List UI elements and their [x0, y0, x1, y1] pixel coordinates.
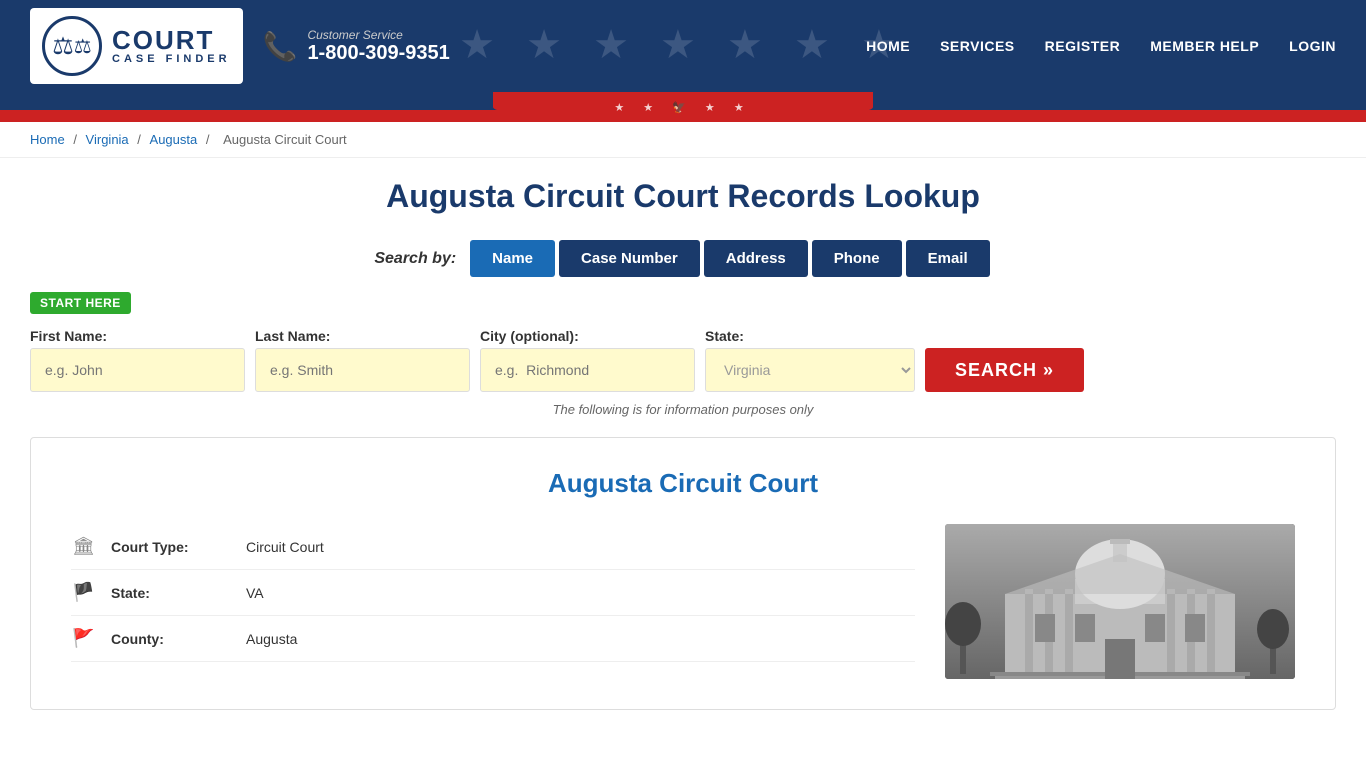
ribbon-arch: ★ ★ 🦅 ★ ★: [493, 92, 873, 122]
court-detail-type: 🏛 Court Type: Circuit Court: [71, 524, 915, 570]
courthouse-illustration: [945, 524, 1295, 679]
court-detail-state: 🏴 State: VA: [71, 570, 915, 616]
search-by-label: Search by:: [374, 250, 456, 268]
phone-number: 1-800-309-9351: [307, 42, 449, 65]
state-icon: 🏴: [71, 582, 96, 603]
search-button[interactable]: SEARCH »: [925, 348, 1084, 392]
customer-service-label: Customer Service: [307, 28, 449, 42]
city-input[interactable]: [480, 348, 695, 392]
search-by-row: Search by: Name Case Number Address Phon…: [30, 240, 1336, 277]
tab-address[interactable]: Address: [704, 240, 808, 277]
court-info-details: 🏛 Court Type: Circuit Court 🏴 State: VA …: [71, 524, 915, 662]
logo-emblem: ⚖: [42, 16, 102, 76]
breadcrumb-home[interactable]: Home: [30, 132, 65, 147]
bg-stars: ★ ★ ★ ★ ★ ★ ★: [459, 22, 907, 68]
tab-case-number[interactable]: Case Number: [559, 240, 700, 277]
nav-register[interactable]: REGISTER: [1045, 38, 1121, 54]
nav-services[interactable]: SERVICES: [940, 38, 1015, 54]
breadcrumb-sep3: /: [206, 132, 213, 147]
state-value: VA: [246, 585, 264, 601]
last-name-input[interactable]: [255, 348, 470, 392]
start-here-container: START HERE: [30, 292, 1336, 322]
start-here-badge: START HERE: [30, 292, 131, 314]
nav-login[interactable]: LOGIN: [1289, 38, 1336, 54]
logo-text-block: COURT CASE FINDER: [112, 27, 231, 65]
breadcrumb-augusta[interactable]: Augusta: [150, 132, 198, 147]
phone-info: Customer Service 1-800-309-9351: [307, 28, 449, 65]
ribbon-stars: ★ ★ 🦅 ★ ★: [614, 101, 751, 114]
breadcrumb-current: Augusta Circuit Court: [223, 132, 347, 147]
court-detail-county: 🚩 County: Augusta: [71, 616, 915, 662]
first-name-label: First Name:: [30, 328, 245, 344]
info-note: The following is for information purpose…: [30, 402, 1336, 417]
first-name-input[interactable]: [30, 348, 245, 392]
phone-block: 📞 Customer Service 1-800-309-9351: [263, 28, 450, 65]
state-select[interactable]: Virginia Alabama Alaska Arizona Californ…: [705, 348, 915, 392]
court-type-label: Court Type:: [111, 539, 231, 555]
search-form-row: First Name: Last Name: City (optional): …: [30, 328, 1336, 392]
first-name-group: First Name:: [30, 328, 245, 392]
court-info-body: 🏛 Court Type: Circuit Court 🏴 State: VA …: [71, 524, 1295, 679]
breadcrumb-virginia[interactable]: Virginia: [86, 132, 129, 147]
state-label-detail: State:: [111, 585, 231, 601]
court-image: [945, 524, 1295, 679]
breadcrumb-sep1: /: [73, 132, 80, 147]
logo-case-finder-text: CASE FINDER: [112, 53, 231, 65]
tab-email[interactable]: Email: [906, 240, 990, 277]
county-icon: 🚩: [71, 628, 96, 649]
main-content: Augusta Circuit Court Records Lookup Sea…: [0, 158, 1366, 730]
court-info-title: Augusta Circuit Court: [71, 468, 1295, 499]
logo-court-text: COURT: [112, 27, 231, 53]
last-name-label: Last Name:: [255, 328, 470, 344]
breadcrumb: Home / Virginia / Augusta / Augusta Circ…: [0, 122, 1366, 158]
city-group: City (optional):: [480, 328, 695, 392]
header-bg-stars: ★ ★ ★ ★ ★ ★ ★: [433, 0, 933, 90]
state-group: State: Virginia Alabama Alaska Arizona C…: [705, 328, 915, 392]
tab-phone[interactable]: Phone: [812, 240, 902, 277]
nav-home[interactable]: HOME: [866, 38, 910, 54]
county-value: Augusta: [246, 631, 297, 647]
main-nav: HOME SERVICES REGISTER MEMBER HELP LOGIN: [866, 38, 1336, 54]
court-type-value: Circuit Court: [246, 539, 324, 555]
court-info-box: Augusta Circuit Court 🏛 Court Type: Circ…: [30, 437, 1336, 710]
logo-box[interactable]: ⚖ COURT CASE FINDER: [30, 8, 243, 84]
logo-icon: ⚖: [74, 34, 92, 59]
search-form: First Name: Last Name: City (optional): …: [30, 328, 1336, 392]
tab-name[interactable]: Name: [470, 240, 555, 277]
city-label: City (optional):: [480, 328, 695, 344]
breadcrumb-sep2: /: [137, 132, 144, 147]
page-title: Augusta Circuit Court Records Lookup: [30, 178, 1336, 215]
header-left: ⚖ COURT CASE FINDER 📞 Customer Service 1…: [30, 8, 450, 84]
header-ribbon: ★ ★ 🦅 ★ ★: [0, 92, 1366, 122]
county-label: County:: [111, 631, 231, 647]
last-name-group: Last Name:: [255, 328, 470, 392]
court-type-icon: 🏛: [71, 536, 96, 557]
phone-icon: 📞: [263, 30, 298, 63]
nav-member-help[interactable]: MEMBER HELP: [1150, 38, 1259, 54]
header: ★ ★ ★ ★ ★ ★ ★ ⚖ COURT CASE FINDER 📞 Cust…: [0, 0, 1366, 92]
state-label: State:: [705, 328, 915, 344]
